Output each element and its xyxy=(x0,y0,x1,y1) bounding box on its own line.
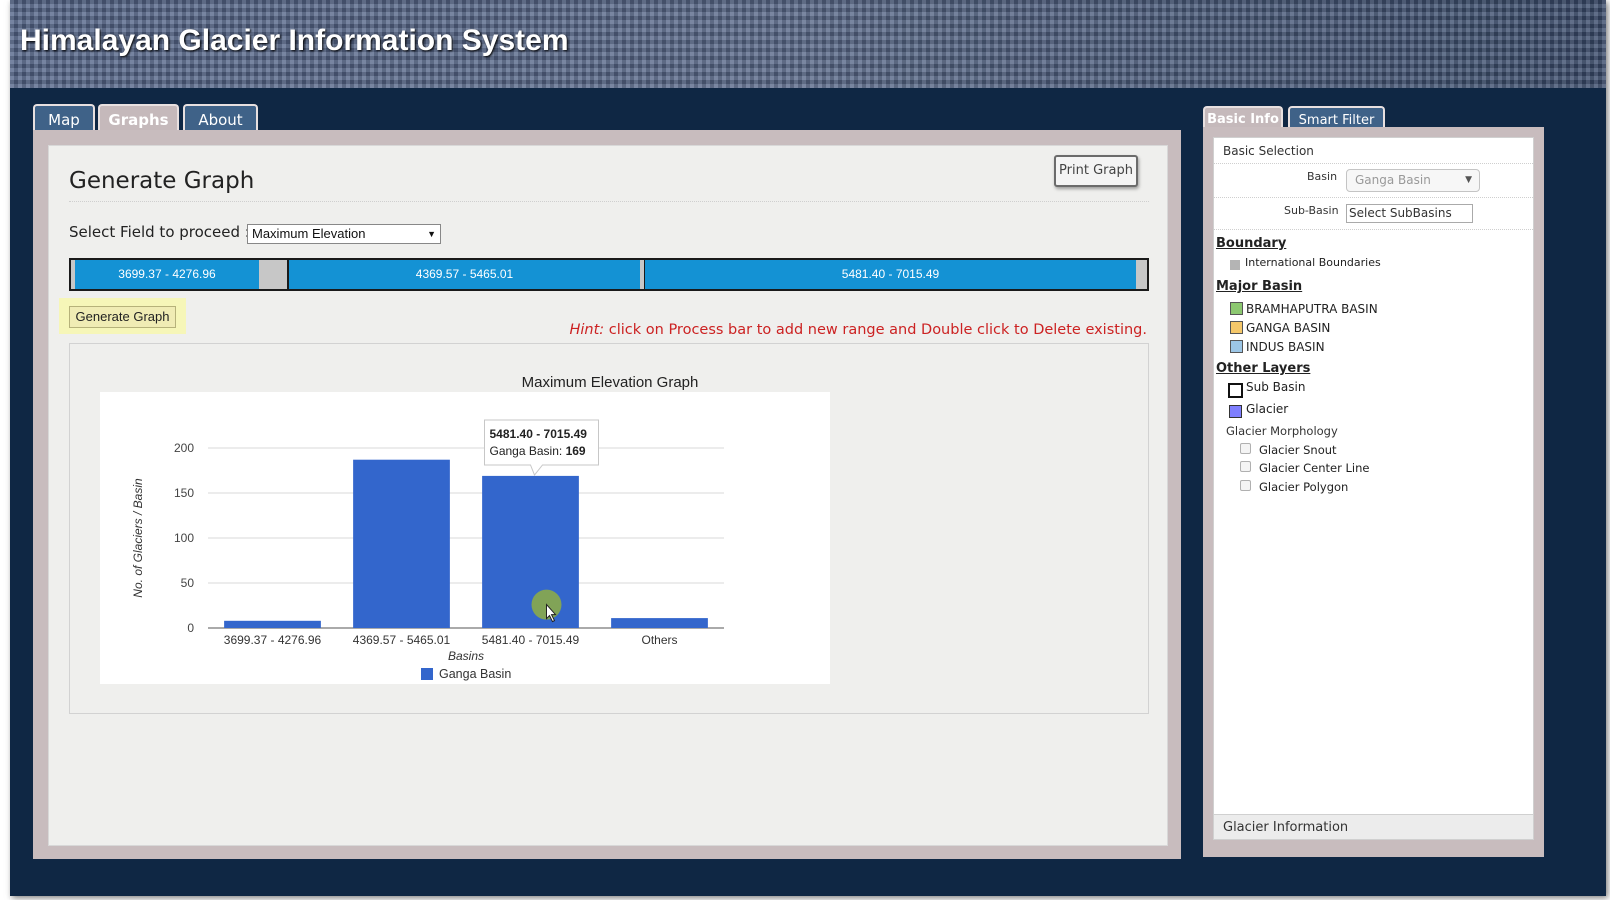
range-process-bar[interactable]: 3699.37 - 4276.96 4369.57 - 5465.01 5481… xyxy=(69,258,1149,291)
hint-text: Hint: click on Process bar to add new ra… xyxy=(569,322,1147,338)
sub-basin-legend-icon[interactable] xyxy=(1228,383,1243,398)
range-bar-gap[interactable] xyxy=(1136,260,1147,289)
hint-prefix: Hint: xyxy=(569,322,605,338)
hint-message: click on Process bar to add new range an… xyxy=(604,322,1147,338)
y-tick-label: 150 xyxy=(174,486,194,500)
range-segment[interactable]: 3699.37 - 4276.96 xyxy=(75,260,259,289)
tooltip-value: 169 xyxy=(566,444,586,458)
basin-legend-icon[interactable] xyxy=(1230,321,1243,334)
app-title: Himalayan Glacier Information System xyxy=(20,24,569,57)
field-select-value: Maximum Elevation xyxy=(252,226,366,241)
y-tick-label: 50 xyxy=(181,576,195,590)
morphology-item: Glacier Snout xyxy=(1259,443,1337,457)
other-layers-heading: Other Layers xyxy=(1216,361,1311,376)
chart-title: Maximum Elevation Graph xyxy=(521,374,699,391)
subbasin-input[interactable]: Select SubBasins xyxy=(1346,204,1473,223)
graph-container: Maximum Elevation Graph 0 50 100 150 200 3699… xyxy=(69,343,1149,714)
y-tick-label: 0 xyxy=(187,621,194,635)
boundary-legend-icon[interactable] xyxy=(1230,260,1240,270)
basic-selection-heading: Basic Selection xyxy=(1223,144,1314,158)
major-basin-heading: Major Basin xyxy=(1216,279,1303,294)
legend-swatch xyxy=(421,668,433,680)
x-tick-label: 3699.37 - 4276.96 xyxy=(224,633,322,647)
range-segment[interactable]: 4369.57 - 5465.01 xyxy=(289,260,640,289)
x-tick-label: Others xyxy=(641,633,677,647)
bar[interactable] xyxy=(611,618,708,628)
field-select-label: Select Field to proceed : xyxy=(69,223,250,241)
bar[interactable] xyxy=(353,459,450,628)
range-segment[interactable]: 5481.40 - 7015.49 xyxy=(645,260,1136,289)
graph-panel: Generate Graph Print Graph Select Field … xyxy=(33,130,1181,859)
basin-legend-icon[interactable] xyxy=(1230,340,1243,353)
chart-area: 0 50 100 150 200 3699.37 - 4276.96 4369.57 - 5… xyxy=(100,392,830,684)
tooltip-title: 5481.40 - 7015.49 xyxy=(490,427,588,441)
glacier-snout-checkbox[interactable] xyxy=(1240,443,1251,454)
morphology-item: Glacier Center Line xyxy=(1259,461,1370,475)
boundary-item: International Boundaries xyxy=(1245,256,1381,269)
basin-select-value: Ganga Basin xyxy=(1355,173,1431,187)
generate-graph-button[interactable]: Generate Graph xyxy=(69,306,176,328)
bar[interactable] xyxy=(482,475,579,628)
basic-selection-row: Basic Selection xyxy=(1214,138,1533,164)
glacier-info-bar[interactable]: Glacier Information xyxy=(1214,814,1533,839)
dropdown-arrow-icon: ▼ xyxy=(427,229,436,239)
morphology-heading: Glacier Morphology xyxy=(1226,424,1338,438)
basin-legend-label: BRAMHAPUTRA BASIN xyxy=(1246,302,1378,316)
print-graph-button[interactable]: Print Graph xyxy=(1054,155,1138,187)
bar-chart: 0 50 100 150 200 3699.37 - 4276.96 4369.57 - 5… xyxy=(131,419,724,681)
y-axis-title: No. of Glaciers / Basin xyxy=(131,478,145,598)
subbasin-label: Sub-Basin xyxy=(1284,204,1339,217)
glacier-label: Glacier xyxy=(1246,402,1289,416)
page-title: Generate Graph xyxy=(69,168,255,194)
y-tick-label: 200 xyxy=(174,441,194,455)
basin-legend-label: GANGA BASIN xyxy=(1246,321,1331,335)
side-panel: Basic Selection Basin Ganga Basin ▼ Sub-… xyxy=(1203,127,1544,857)
glacier-legend-icon[interactable] xyxy=(1229,405,1242,418)
field-select[interactable]: Maximum Elevation ▼ xyxy=(247,224,441,244)
sub-basin-label: Sub Basin xyxy=(1246,380,1306,394)
title-divider xyxy=(69,201,1149,202)
x-axis-title: Basins xyxy=(448,649,484,663)
tooltip-series: Ganga Basin: xyxy=(490,444,566,458)
graph-content: Generate Graph Print Graph Select Field … xyxy=(48,145,1168,846)
boundary-heading: Boundary xyxy=(1216,236,1287,251)
header-banner: Himalayan Glacier Information System xyxy=(10,0,1606,88)
range-bar-gap[interactable] xyxy=(259,260,287,289)
basin-select[interactable]: Ganga Basin ▼ xyxy=(1346,169,1480,192)
x-tick-label: 5481.40 - 7015.49 xyxy=(482,633,580,647)
chevron-down-icon: ▼ xyxy=(1465,175,1472,185)
side-content: Basic Selection Basin Ganga Basin ▼ Sub-… xyxy=(1213,137,1534,840)
morphology-item: Glacier Polygon xyxy=(1259,480,1349,494)
basin-legend-icon[interactable] xyxy=(1230,302,1243,315)
app-window: Himalayan Glacier Information System Map… xyxy=(10,0,1606,896)
tooltip-line: Ganga Basin: 169 xyxy=(490,444,586,458)
bar[interactable] xyxy=(224,620,321,628)
basin-label: Basin xyxy=(1307,170,1338,183)
legend-label: Ganga Basin xyxy=(439,667,511,681)
glacier-center-line-checkbox[interactable] xyxy=(1240,461,1251,472)
y-tick-label: 100 xyxy=(174,531,194,545)
range-bar-gap xyxy=(640,260,644,289)
basin-legend-label: INDUS BASIN xyxy=(1246,340,1325,354)
glacier-polygon-checkbox[interactable] xyxy=(1240,480,1251,491)
x-tick-label: 4369.57 - 5465.01 xyxy=(353,633,451,647)
